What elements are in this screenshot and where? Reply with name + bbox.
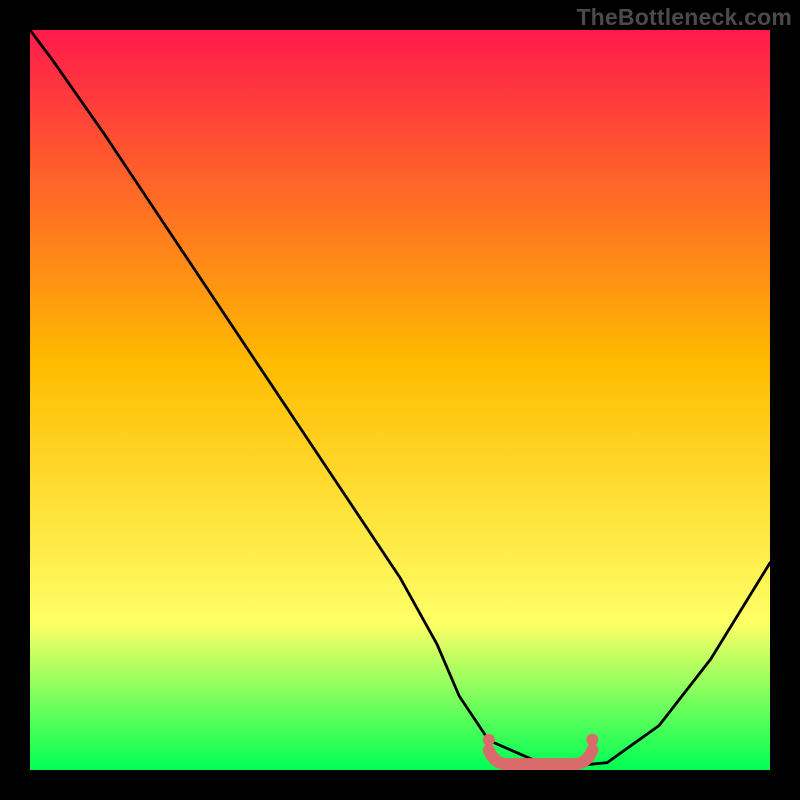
watermark-text: TheBottleneck.com xyxy=(576,4,792,31)
optimal-range-right-cap xyxy=(586,734,598,746)
optimal-range-left-cap xyxy=(483,734,495,746)
chart-svg xyxy=(30,30,770,770)
chart-plot-area xyxy=(30,30,770,770)
gradient-background xyxy=(30,30,770,770)
chart-frame: TheBottleneck.com xyxy=(0,0,800,800)
